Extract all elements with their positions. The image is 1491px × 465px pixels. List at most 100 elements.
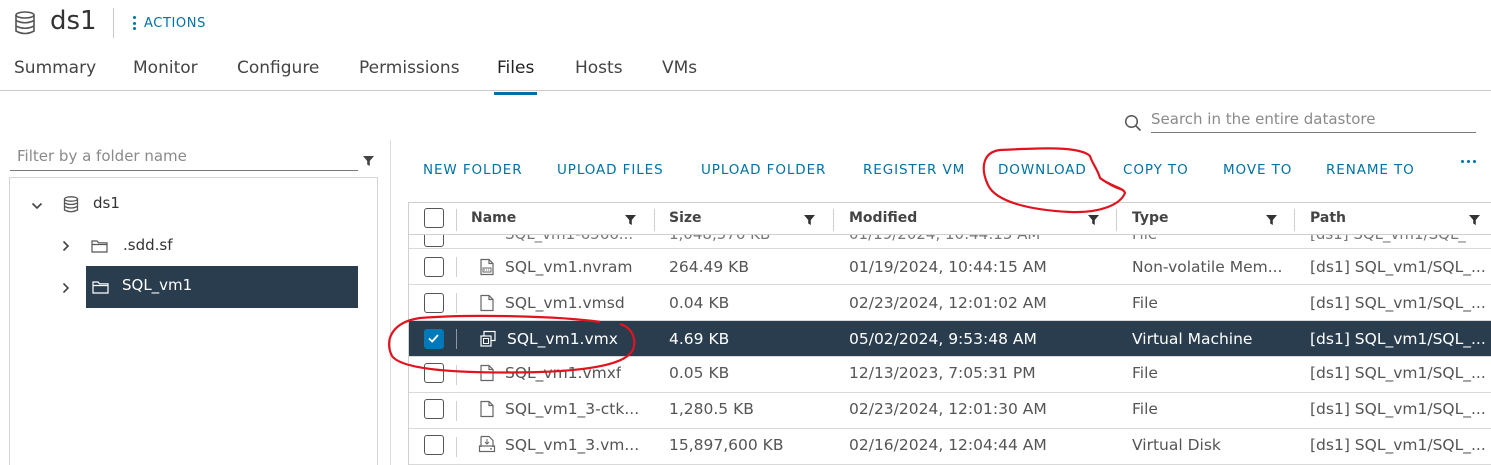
register-vm-button[interactable]: REGISTER VM (863, 162, 965, 178)
cell-name: SQL_vm1_3.vm... (505, 436, 640, 454)
chevron-right-icon[interactable] (60, 240, 72, 252)
folder-filter (10, 142, 374, 172)
cell-name: SQL_vm1.vmsd (505, 294, 625, 312)
cell-path: [ds1] SQL_vm1/SQL_... (1310, 258, 1486, 276)
cell-path: [ds1] SQL_vm1/SQL_... (1310, 294, 1486, 312)
cell-type: File (1132, 400, 1158, 418)
download-button[interactable]: DOWNLOAD (998, 162, 1087, 178)
datastore-search (1124, 106, 1476, 134)
filter-icon[interactable] (625, 215, 636, 225)
cell-type: File (1132, 235, 1157, 243)
tree-item-label: .sdd.sf (123, 236, 173, 254)
file-grid: Name Size Modified Type Path SQL_vm1-656… (408, 202, 1491, 465)
datastore-icon (15, 11, 35, 35)
cell-type: Virtual Machine (1132, 330, 1253, 348)
row-checkbox[interactable] (424, 363, 444, 383)
row-checkbox[interactable] (424, 235, 444, 247)
column-header-modified[interactable]: Modified (849, 210, 917, 226)
table-row[interactable]: SQL_vm1.vmsd 0.04 KB 02/23/2024, 12:01:0… (409, 285, 1491, 321)
rename-to-button[interactable]: RENAME TO (1326, 162, 1415, 178)
tab-summary[interactable]: Summary (14, 58, 96, 90)
page-header: ds1 ACTIONS (0, 0, 1491, 46)
actions-button[interactable]: ACTIONS (133, 13, 206, 33)
column-header-size[interactable]: Size (669, 210, 702, 226)
row-checkbox[interactable] (424, 293, 444, 313)
filter-icon[interactable] (1266, 215, 1277, 225)
filter-icon[interactable] (1469, 215, 1480, 225)
cell-type: Virtual Disk (1132, 436, 1221, 454)
cell-name: SQL_vm1_3-ctk... (505, 400, 640, 418)
chevron-down-icon[interactable] (31, 200, 43, 212)
cell-modified: 01/19/2024, 10:44:15 AM (849, 258, 1047, 276)
table-row[interactable]: SQL_vm1.nvram 264.49 KB 01/19/2024, 10:4… (409, 249, 1491, 285)
panel-divider (390, 140, 391, 465)
cell-size: 264.49 KB (669, 258, 749, 276)
cell-path: [ds1] SQL_vm1/SQL_... (1310, 330, 1486, 348)
cell-type: File (1132, 364, 1158, 382)
tab-hosts[interactable]: Hosts (575, 58, 623, 90)
select-all-checkbox[interactable] (424, 208, 444, 228)
cell-modified: 12/13/2023, 7:05:31 PM (849, 364, 1036, 382)
cell-modified: 05/02/2024, 9:53:48 AM (849, 330, 1037, 348)
tree-item-label: ds1 (93, 194, 120, 212)
tab-files[interactable]: Files (494, 58, 538, 95)
cell-size: 0.04 KB (669, 294, 730, 312)
cell-name: SQL_vm1.vmxf (505, 364, 622, 382)
file-icon (480, 400, 494, 418)
move-to-button[interactable]: MOVE TO (1223, 162, 1292, 178)
cell-modified: 02/23/2024, 12:01:30 AM (849, 400, 1047, 418)
new-folder-button[interactable]: NEW FOLDER (423, 162, 523, 178)
tab-permissions[interactable]: Permissions (359, 58, 460, 90)
cell-type: File (1132, 294, 1158, 312)
tree-item-sdd-sf[interactable]: .sdd.sf (10, 226, 377, 266)
cell-size: 0.05 KB (669, 364, 730, 382)
cell-name: SQL_vm1.vmx (507, 330, 618, 348)
row-checkbox[interactable] (424, 435, 444, 455)
folder-icon (92, 281, 109, 294)
cell-size: 1,048,576 KB (669, 235, 770, 243)
table-row[interactable]: SQL_vm1-6566... 1,048,576 KB 01/19/2024,… (409, 235, 1491, 249)
tree-item-sql-vm1[interactable]: SQL_vm1 (86, 266, 358, 308)
cell-path: [ds1] SQL_vm1/SQL_... (1310, 436, 1486, 454)
tree-item-label: SQL_vm1 (122, 276, 193, 294)
chevron-right-icon[interactable] (60, 282, 72, 294)
upload-files-button[interactable]: UPLOAD FILES (557, 162, 664, 178)
search-icon (1124, 114, 1142, 132)
cell-path: [ds1] SQL_vm1/SQL_... (1310, 364, 1486, 382)
folder-tree: ds1 .sdd.sf SQL_vm1 (9, 177, 378, 465)
tab-monitor[interactable]: Monitor (133, 58, 198, 90)
row-checkbox[interactable] (424, 329, 444, 349)
table-row[interactable]: SQL_vm1_3-ctk... 1,280.5 KB 02/23/2024, … (409, 393, 1491, 429)
column-header-type[interactable]: Type (1132, 210, 1169, 226)
copy-to-button[interactable]: COPY TO (1123, 162, 1189, 178)
row-checkbox[interactable] (424, 399, 444, 419)
cell-modified: 02/16/2024, 12:04:44 AM (849, 436, 1047, 454)
cell-size: 15,897,600 KB (669, 436, 784, 454)
row-checkbox[interactable] (424, 257, 444, 277)
folder-icon (91, 240, 108, 253)
cell-type: Non-volatile Mem... (1132, 258, 1283, 276)
tab-configure[interactable]: Configure (237, 58, 319, 90)
upload-folder-button[interactable]: UPLOAD FOLDER (701, 162, 826, 178)
actions-label: ACTIONS (144, 15, 206, 31)
table-row[interactable]: SQL_vm1_3.vm... 15,897,600 KB 02/16/2024… (409, 429, 1491, 465)
table-row[interactable]: SQL_vm1.vmx 4.69 KB 05/02/2024, 9:53:48 … (409, 321, 1491, 357)
tab-vms[interactable]: VMs (662, 58, 697, 90)
filter-icon[interactable] (1088, 215, 1099, 225)
cell-modified: 01/19/2024, 10:44:15 AM (849, 235, 1040, 243)
folder-filter-input[interactable] (10, 142, 358, 171)
column-header-name[interactable]: Name (471, 210, 516, 226)
column-header-path[interactable]: Path (1310, 210, 1346, 226)
file-icon (480, 364, 494, 382)
datastore-icon (63, 196, 79, 213)
checkmark-icon (428, 334, 439, 343)
filter-icon[interactable] (804, 215, 815, 225)
tree-item-ds1[interactable]: ds1 (10, 184, 377, 224)
table-row[interactable]: SQL_vm1.vmxf 0.05 KB 12/13/2023, 7:05:31… (409, 357, 1491, 393)
cell-size: 4.69 KB (669, 330, 730, 348)
filter-icon[interactable] (363, 156, 374, 166)
search-input[interactable] (1151, 106, 1476, 133)
header-divider (113, 8, 114, 38)
disk-icon (478, 435, 496, 453)
more-actions-button[interactable] (1461, 160, 1476, 163)
